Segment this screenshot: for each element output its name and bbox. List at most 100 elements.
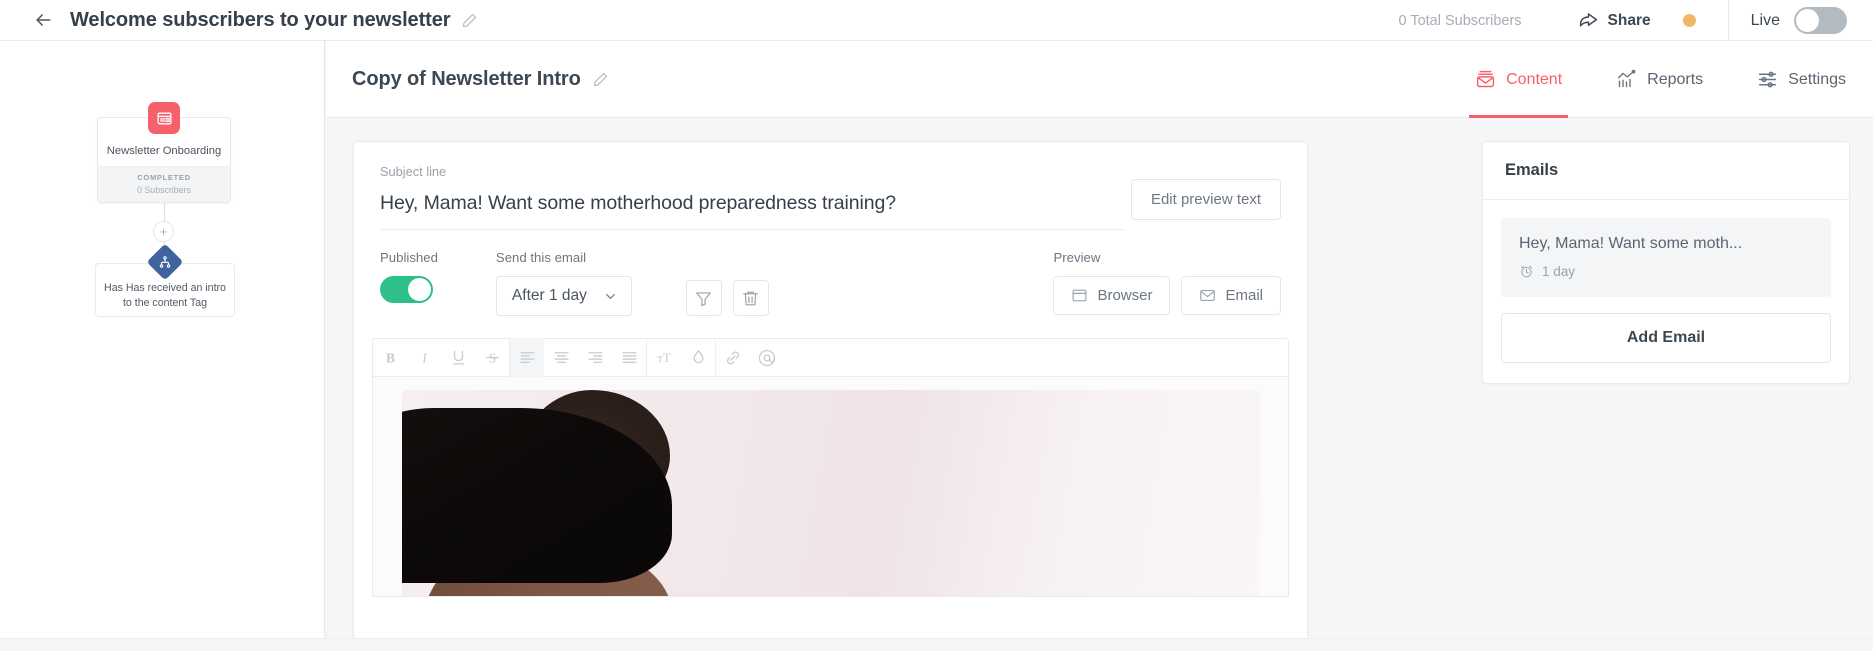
top-bar: Welcome subscribers to your newsletter 0… bbox=[0, 0, 1873, 41]
rich-text-toolbar: B I S тT bbox=[372, 338, 1289, 377]
chevron-down-icon bbox=[606, 293, 615, 299]
tab-settings-label: Settings bbox=[1788, 70, 1846, 88]
email-list-item-delay: 1 day bbox=[1542, 264, 1576, 279]
edit-preview-text-button[interactable]: Edit preview text bbox=[1130, 179, 1281, 220]
pencil-icon bbox=[463, 13, 477, 27]
align-justify-button[interactable] bbox=[612, 338, 646, 377]
tab-settings[interactable]: Settings bbox=[1757, 41, 1846, 118]
flow-node-footer: COMPLETED 0 Subscribers bbox=[98, 166, 230, 202]
email-editor-card: Subject line Hey, Mama! Want some mother… bbox=[353, 141, 1308, 638]
edit-flow-title-button[interactable] bbox=[461, 12, 478, 29]
underline-icon bbox=[452, 350, 464, 365]
email-body-canvas[interactable]: Jada's Mama Musings bbox=[372, 377, 1289, 597]
flow-title: Welcome subscribers to your newsletter bbox=[70, 8, 451, 31]
align-right-button[interactable] bbox=[578, 338, 612, 377]
emails-side-panel: Emails Hey, Mama! Want some moth... 1 da… bbox=[1482, 141, 1850, 384]
live-toggle-group: Live bbox=[1727, 0, 1873, 41]
preview-email-label: Email bbox=[1225, 287, 1263, 304]
bold-button[interactable]: B bbox=[373, 338, 407, 377]
back-button[interactable] bbox=[28, 5, 58, 35]
align-left-button[interactable] bbox=[510, 338, 544, 377]
flow-canvas-panel[interactable]: Newsletter Onboarding COMPLETED 0 Subscr… bbox=[0, 41, 325, 638]
link-icon bbox=[726, 350, 740, 365]
preview-label: Preview bbox=[1053, 250, 1101, 265]
total-subscribers-label: 0 Total Subscribers bbox=[1398, 12, 1522, 29]
share-arrow-icon bbox=[1579, 13, 1597, 27]
content-tabs: Content Reports Settings bbox=[1421, 41, 1846, 118]
share-label: Share bbox=[1607, 11, 1651, 29]
bar-chart-icon bbox=[1618, 69, 1636, 88]
align-left-icon bbox=[519, 352, 535, 363]
preview-group: Preview Browser Email bbox=[1053, 250, 1281, 315]
italic-icon: I bbox=[421, 350, 427, 365]
browser-window-icon bbox=[1073, 289, 1087, 302]
live-toggle[interactable] bbox=[1794, 7, 1847, 34]
email-action-buttons bbox=[685, 280, 769, 316]
alarm-clock-icon bbox=[1521, 265, 1532, 278]
sliders-icon bbox=[1759, 71, 1777, 88]
send-delay-select[interactable]: After 1 day bbox=[495, 276, 632, 316]
align-center-icon bbox=[553, 352, 569, 363]
mail-stack-icon bbox=[1477, 70, 1495, 88]
envelope-icon bbox=[1200, 289, 1216, 302]
published-label: Published bbox=[380, 250, 438, 265]
flow-node-newsletter-onboarding[interactable]: Newsletter Onboarding COMPLETED 0 Subscr… bbox=[97, 102, 231, 203]
published-group: Published bbox=[380, 250, 438, 303]
align-right-icon bbox=[587, 352, 603, 363]
tab-reports-label: Reports bbox=[1647, 70, 1704, 88]
flow-node-subscribers: 0 Subscribers bbox=[137, 185, 191, 195]
emails-panel-body: Hey, Mama! Want some moth... 1 day Add E… bbox=[1483, 200, 1849, 383]
preview-browser-button[interactable]: Browser bbox=[1053, 276, 1171, 315]
banner-photo-figure bbox=[401, 390, 842, 596]
email-list-item[interactable]: Hey, Mama! Want some moth... 1 day bbox=[1501, 218, 1831, 297]
content-header: Copy of Newsletter Intro Content Reports… bbox=[326, 41, 1873, 118]
published-toggle[interactable] bbox=[380, 276, 433, 303]
mention-button[interactable] bbox=[750, 338, 784, 377]
flow-email-editor-app: Welcome subscribers to your newsletter 0… bbox=[0, 0, 1873, 651]
mention-icon bbox=[758, 349, 776, 366]
text-color-button[interactable] bbox=[681, 338, 715, 377]
flow-branch-label: Has Has received an intro to the content… bbox=[104, 282, 226, 309]
filter-icon bbox=[696, 291, 712, 306]
delete-email-button[interactable] bbox=[732, 280, 769, 316]
subject-line-label: Subject line bbox=[380, 164, 447, 179]
text-color-droplet-icon bbox=[693, 350, 703, 364]
tab-content[interactable]: Content bbox=[1469, 41, 1569, 118]
bottom-status-bar bbox=[0, 638, 1873, 651]
send-delay-value: After 1 day bbox=[511, 287, 587, 304]
share-button[interactable]: Share bbox=[1578, 10, 1651, 31]
strikethrough-icon: S bbox=[485, 350, 499, 365]
underline-button[interactable] bbox=[441, 338, 475, 377]
font-size-button[interactable]: тT bbox=[647, 338, 681, 377]
email-controls-row: Published Send this email After 1 day Pr… bbox=[354, 230, 1307, 316]
align-justify-icon bbox=[621, 352, 637, 363]
insert-link-button[interactable] bbox=[716, 338, 750, 377]
align-center-button[interactable] bbox=[544, 338, 578, 377]
tab-reports[interactable]: Reports bbox=[1616, 41, 1703, 118]
font-size-icon: тT bbox=[657, 351, 670, 365]
subject-line-input[interactable]: Hey, Mama! Want some motherhood prepared… bbox=[380, 192, 1125, 230]
send-this-email-label: Send this email bbox=[495, 250, 587, 265]
svg-text:I: I bbox=[421, 350, 427, 365]
add-email-button[interactable]: Add Email bbox=[1501, 313, 1831, 363]
filter-button[interactable] bbox=[685, 280, 722, 316]
italic-button[interactable]: I bbox=[407, 338, 441, 377]
send-timing-group: Send this email After 1 day bbox=[495, 250, 632, 316]
newsletter-icon bbox=[148, 102, 180, 134]
edit-email-title-button[interactable] bbox=[592, 71, 609, 88]
emails-panel-title: Emails bbox=[1483, 142, 1849, 200]
flow-node-status: COMPLETED bbox=[137, 173, 191, 182]
email-banner-image: Jada's Mama Musings bbox=[401, 390, 1260, 596]
preview-email-button[interactable]: Email bbox=[1181, 276, 1281, 315]
email-page-title: Copy of Newsletter Intro bbox=[352, 67, 581, 90]
svg-text:тT: тT bbox=[657, 351, 670, 365]
pencil-icon bbox=[593, 72, 607, 86]
status-indicator-dot bbox=[1682, 14, 1696, 27]
bold-icon: B bbox=[386, 350, 395, 365]
main-content-area: Subject line Hey, Mama! Want some mother… bbox=[326, 118, 1873, 638]
preview-browser-label: Browser bbox=[1097, 287, 1153, 304]
subject-line-block: Subject line Hey, Mama! Want some mother… bbox=[354, 142, 1307, 230]
tab-content-label: Content bbox=[1506, 70, 1563, 88]
strikethrough-button[interactable]: S bbox=[475, 338, 509, 377]
add-flow-step-button[interactable]: + bbox=[153, 221, 174, 242]
